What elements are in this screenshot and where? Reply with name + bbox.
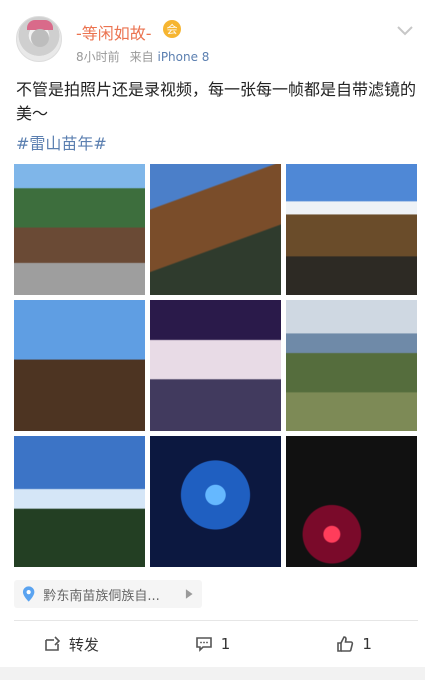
caret-right-icon xyxy=(186,589,194,599)
comment-button[interactable]: 1 xyxy=(142,621,284,667)
photo-thumbnail[interactable] xyxy=(14,436,145,567)
vip-badge-icon: 会 xyxy=(163,20,181,38)
photo-thumbnail[interactable] xyxy=(286,436,417,567)
post-header: -等闲如故- 会 8小时前 来自 iPhone 8 xyxy=(0,0,425,68)
avatar[interactable] xyxy=(16,16,62,62)
chevron-down-icon[interactable] xyxy=(397,26,413,36)
post-time: 8小时前 xyxy=(76,50,120,64)
repost-icon xyxy=(45,636,60,651)
location-chip[interactable]: 黔东南苗族侗族自... xyxy=(14,580,202,608)
photo-grid xyxy=(14,164,418,568)
post-text: 不管是拍照片还是录视频，每一张每一帧都是自带滤镜的美～ xyxy=(16,80,417,123)
bottom-spacer xyxy=(0,667,425,680)
location-pin-icon xyxy=(22,586,35,602)
username[interactable]: -等闲如故- xyxy=(76,20,152,44)
comment-icon xyxy=(195,637,212,652)
avatar-face xyxy=(31,29,49,47)
action-bar: 转发 1 1 xyxy=(0,621,425,667)
repost-button[interactable]: 转发 xyxy=(0,621,142,667)
photo-thumbnail[interactable] xyxy=(150,300,281,431)
comment-count: 1 xyxy=(220,635,231,653)
source-prefix: 来自 xyxy=(129,50,154,64)
photo-thumbnail[interactable] xyxy=(150,164,281,295)
source-device[interactable]: iPhone 8 xyxy=(157,50,209,64)
thumbs-up-icon xyxy=(337,636,354,652)
photo-thumbnail[interactable] xyxy=(150,436,281,567)
photo-thumbnail[interactable] xyxy=(14,300,145,431)
location-label: 黔东南苗族侗族自... xyxy=(43,588,160,604)
photo-thumbnail[interactable] xyxy=(286,164,417,295)
repost-label: 转发 xyxy=(68,635,99,654)
photo-thumbnail[interactable] xyxy=(14,164,145,295)
post-source: 来自 iPhone 8 xyxy=(130,48,210,65)
post-meta: 8小时前 来自 iPhone 8 xyxy=(76,48,209,65)
like-button[interactable]: 1 xyxy=(283,621,425,667)
hashtag-link[interactable]: #雷山苗年# xyxy=(16,130,107,154)
like-count: 1 xyxy=(362,635,372,653)
photo-thumbnail[interactable] xyxy=(286,300,417,431)
